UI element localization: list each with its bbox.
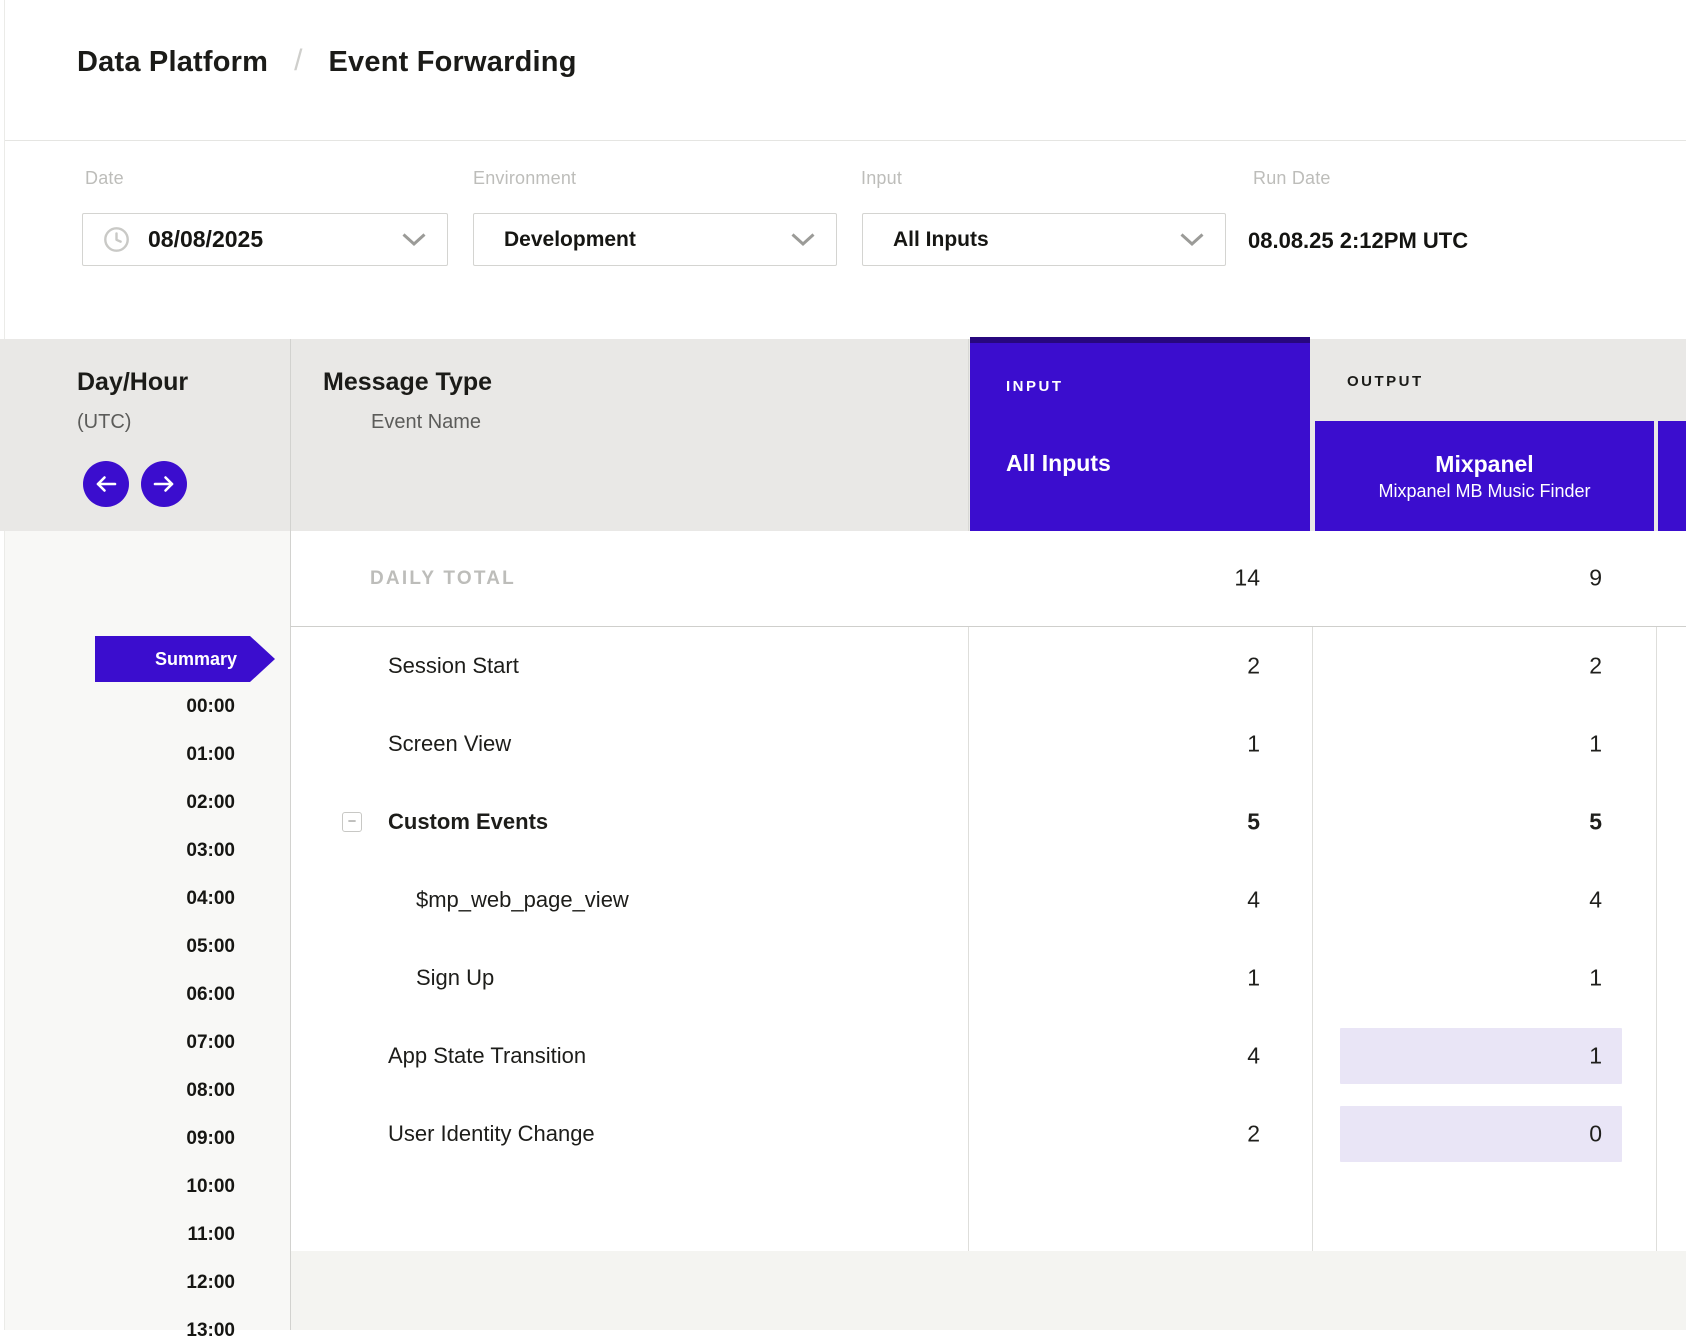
hour-row-06[interactable]: 06:00 (0, 983, 235, 1007)
event-label: Session Start (388, 653, 519, 679)
chevron-down-icon (1179, 232, 1205, 247)
table-row-app-state-transition: App State Transition 4 1 (0, 1017, 1686, 1095)
daily-total-label: DAILY TOTAL (370, 568, 516, 590)
hour-row-01[interactable]: 01:00 (0, 743, 235, 767)
input-count: 4 (970, 887, 1310, 914)
table-row-sign-up: Sign Up 1 1 (0, 939, 1686, 1017)
hour-row-09[interactable]: 09:00 (0, 1127, 235, 1151)
hour-row-05[interactable]: 05:00 (0, 935, 235, 959)
arrow-right-icon (152, 474, 176, 494)
day-hour-header: Day/Hour (77, 368, 188, 397)
table-row-custom-events: Custom Events 5 5 (0, 783, 1686, 861)
output-count: 0 (1315, 1121, 1654, 1148)
run-date-value: 08.08.25 2:12PM UTC (1248, 228, 1468, 254)
day-hour-utc: (UTC) (77, 411, 131, 434)
input-count: 4 (970, 1043, 1310, 1070)
output-count: 2 (1315, 653, 1654, 680)
event-label: Sign Up (416, 965, 494, 991)
output-column-subtitle: Mixpanel MB Music Finder (1378, 482, 1590, 500)
breadcrumb-separator: / (294, 44, 302, 78)
event-label: Screen View (388, 731, 511, 757)
environment-dropdown[interactable]: Development (473, 213, 837, 266)
output-column-title: Mixpanel (1435, 453, 1533, 476)
output-count: 5 (1315, 809, 1654, 836)
output-count: 1 (1315, 731, 1654, 758)
environment-value: Development (504, 228, 636, 252)
event-name-subheader: Event Name (371, 411, 481, 434)
breadcrumb: Data Platform / Event Forwarding (77, 38, 577, 86)
output-count: 1 (1315, 1043, 1654, 1070)
hour-row-13[interactable]: 13:00 (0, 1319, 235, 1343)
event-label: $mp_web_page_view (416, 887, 629, 913)
input-count: 2 (970, 1121, 1310, 1148)
input-value: All Inputs (893, 228, 989, 252)
summary-row-selector[interactable]: Summary (95, 636, 250, 682)
input-count: 5 (970, 809, 1310, 836)
input-column-header[interactable] (970, 337, 1310, 531)
column-divider (968, 339, 969, 531)
date-value: 08/08/2025 (148, 226, 263, 253)
summary-flag-tip (250, 636, 275, 682)
clock-icon (103, 226, 130, 253)
input-count: 2 (970, 653, 1310, 680)
hour-row-02[interactable]: 02:00 (0, 791, 235, 815)
hour-row-03[interactable]: 03:00 (0, 839, 235, 863)
table-row-mp-web-page-view: $mp_web_page_view 4 4 (0, 861, 1686, 939)
input-section-label: INPUT (1006, 378, 1064, 395)
daily-total-output-value: 9 (1315, 565, 1654, 592)
previous-day-button[interactable] (83, 461, 129, 507)
date-label: Date (85, 168, 124, 189)
input-count: 1 (970, 965, 1310, 992)
next-output-column-partial (1658, 421, 1686, 531)
collapse-icon[interactable] (342, 812, 362, 832)
output-count: 4 (1315, 887, 1654, 914)
message-type-header: Message Type (323, 368, 492, 397)
hour-row-07[interactable]: 07:00 (0, 1031, 235, 1055)
input-dropdown[interactable]: All Inputs (862, 213, 1226, 266)
table-row-screen-view: Screen View 1 1 (0, 705, 1686, 783)
chevron-down-icon (401, 232, 427, 247)
chevron-down-icon (790, 232, 816, 247)
next-day-button[interactable] (141, 461, 187, 507)
event-label: App State Transition (388, 1043, 586, 1069)
output-column-header[interactable]: Mixpanel Mixpanel MB Music Finder (1315, 421, 1654, 531)
summary-label: Summary (155, 636, 237, 682)
output-count: 1 (1315, 965, 1654, 992)
hour-row-10[interactable]: 10:00 (0, 1175, 235, 1199)
daily-total-input-value: 14 (970, 565, 1310, 592)
hour-row-12[interactable]: 12:00 (0, 1271, 235, 1295)
breadcrumb-data-platform[interactable]: Data Platform (77, 46, 268, 79)
arrow-left-icon (94, 474, 118, 494)
run-date-label: Run Date (1253, 168, 1331, 189)
hour-row-08[interactable]: 08:00 (0, 1079, 235, 1103)
event-label: Custom Events (388, 809, 548, 835)
date-picker[interactable]: 08/08/2025 (82, 213, 448, 266)
input-label: Input (861, 168, 902, 189)
environment-label: Environment (473, 168, 576, 189)
input-column-title: All Inputs (1006, 450, 1111, 477)
hour-row-11[interactable]: 11:00 (0, 1223, 235, 1247)
output-section-label: OUTPUT (1347, 373, 1424, 390)
table-footer-band (291, 1251, 1686, 1330)
breadcrumb-event-forwarding: Event Forwarding (329, 46, 577, 79)
header-divider (5, 140, 1686, 141)
event-label: User Identity Change (388, 1121, 595, 1147)
hour-row-04[interactable]: 04:00 (0, 887, 235, 911)
hour-row-00[interactable]: 00:00 (0, 695, 235, 719)
table-row-user-identity-change: User Identity Change 2 0 (0, 1095, 1686, 1173)
input-count: 1 (970, 731, 1310, 758)
